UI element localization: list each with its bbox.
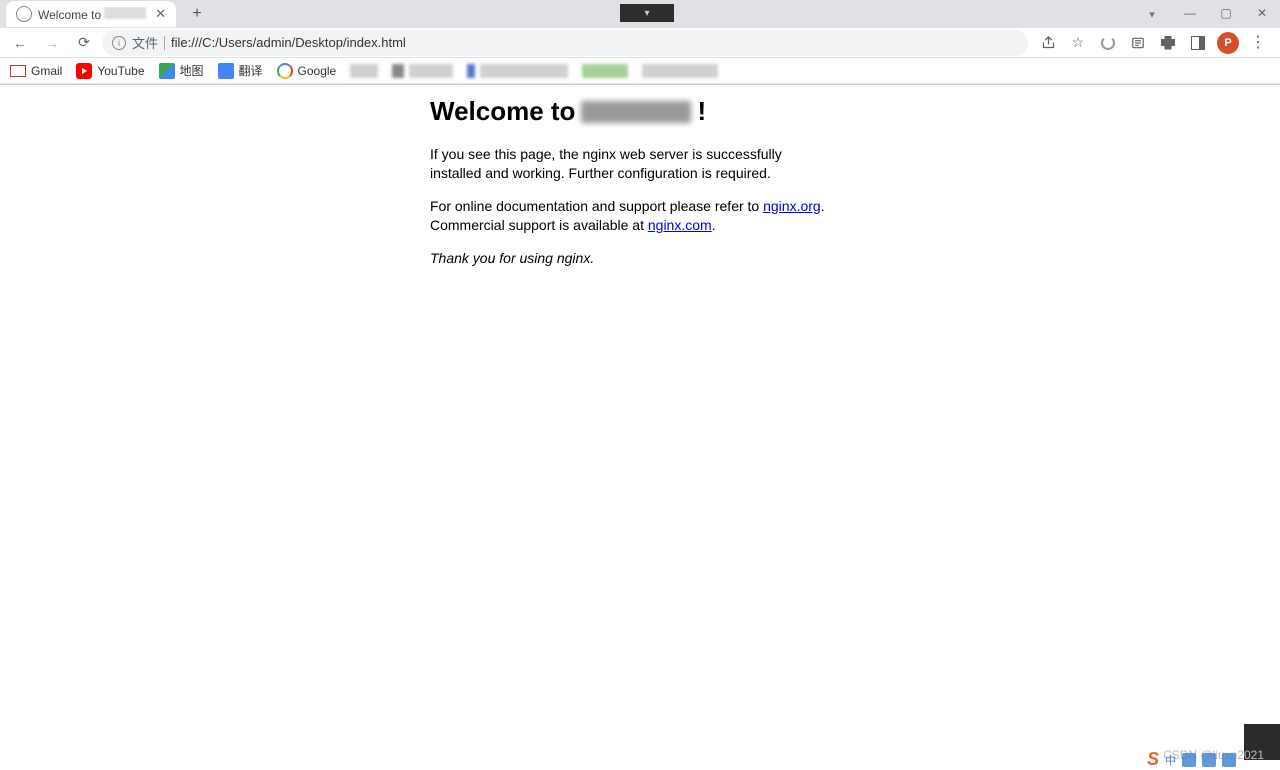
extensions-icon[interactable] — [1156, 31, 1180, 55]
bookmark-translate[interactable]: 翻译 — [218, 62, 263, 79]
translate-icon — [218, 63, 234, 79]
tab-bar: Welcome to ✕ + ▾ ▾ — ▢ ✕ — [0, 0, 1280, 28]
redacted-text — [409, 64, 453, 78]
maps-icon — [159, 63, 175, 79]
page-content: Welcome to ! If you see this page, the n… — [430, 96, 830, 281]
minimize-button[interactable]: — — [1172, 0, 1208, 26]
new-tab-button[interactable]: + — [186, 3, 208, 25]
ime-lang-icon[interactable]: 中 — [1165, 752, 1176, 768]
link-nginx-com[interactable]: nginx.com — [648, 217, 712, 233]
paragraph-install: If you see this page, the nginx web serv… — [430, 145, 830, 183]
bookmark-label: 地图 — [180, 62, 204, 79]
redacted-icon — [392, 64, 404, 78]
reload-button[interactable]: ⟳ — [70, 29, 98, 57]
text-segment: . — [712, 217, 716, 233]
info-icon: i — [112, 36, 126, 50]
redacted-text — [104, 7, 146, 19]
google-icon — [277, 63, 293, 79]
tray-icon[interactable] — [1182, 753, 1196, 767]
bookmark-label: YouTube — [97, 64, 144, 78]
gmail-icon — [10, 63, 26, 79]
bookmark-youtube[interactable]: YouTube — [76, 63, 144, 79]
chevron-down-icon: ▾ — [644, 8, 649, 19]
bookmark-label: Gmail — [31, 64, 62, 78]
omnibox[interactable]: i 文件 file:///C:/Users/admin/Desktop/inde… — [102, 30, 1028, 56]
redacted-icon — [467, 64, 475, 78]
bookmark-redacted[interactable] — [392, 64, 453, 78]
url-text: file:///C:/Users/admin/Desktop/index.htm… — [171, 35, 1018, 50]
browser-tab[interactable]: Welcome to ✕ — [6, 1, 176, 27]
browser-chrome: Welcome to ✕ + ▾ ▾ — ▢ ✕ ← → ⟳ i 文件 file… — [0, 0, 1280, 85]
bookmark-redacted[interactable] — [642, 64, 718, 78]
reader-icon[interactable] — [1126, 31, 1150, 55]
bookmark-maps[interactable]: 地图 — [159, 62, 204, 79]
bookmarks-bar: Gmail YouTube 地图 翻译 Google — [0, 58, 1280, 84]
paragraph-thanks: Thank you for using nginx. — [430, 249, 830, 268]
bookmark-redacted[interactable] — [467, 64, 568, 78]
tray-icon[interactable] — [1202, 753, 1216, 767]
toolbar-right: ☆ P ⋮ — [1032, 31, 1274, 55]
page-heading: Welcome to ! — [430, 96, 830, 127]
bookmark-google[interactable]: Google — [277, 63, 337, 79]
text-segment: Commercial support is available at — [430, 217, 648, 233]
globe-icon — [16, 6, 32, 22]
thanks-text: Thank you for using nginx. — [430, 250, 594, 266]
close-tab-button[interactable]: ✕ — [155, 6, 166, 22]
redacted-icon — [350, 64, 378, 78]
maximize-button[interactable]: ▢ — [1208, 0, 1244, 26]
tab-search-dropdown[interactable]: ▾ — [620, 4, 674, 22]
profile-avatar[interactable]: P — [1216, 31, 1240, 55]
redacted-heading — [581, 101, 691, 123]
redacted-text — [480, 64, 568, 78]
bookmark-redacted[interactable] — [582, 64, 628, 78]
forward-button[interactable]: → — [38, 29, 66, 57]
youtube-icon — [76, 63, 92, 79]
bookmark-gmail[interactable]: Gmail — [10, 63, 62, 79]
text-segment: For online documentation and support ple… — [430, 198, 763, 214]
tab-title: Welcome to — [38, 7, 149, 22]
bookmark-star-icon[interactable]: ☆ — [1066, 31, 1090, 55]
link-nginx-org[interactable]: nginx.org — [763, 198, 821, 214]
redacted-text — [642, 64, 718, 78]
side-panel-icon[interactable] — [1186, 31, 1210, 55]
tray-icon[interactable] — [1222, 753, 1236, 767]
address-bar: ← → ⟳ i 文件 file:///C:/Users/admin/Deskto… — [0, 28, 1280, 58]
paragraph-docs: For online documentation and support ple… — [430, 197, 830, 235]
bookmark-label: 翻译 — [239, 62, 263, 79]
bookmark-redacted[interactable] — [350, 64, 378, 78]
heading-prefix: Welcome to — [430, 96, 575, 127]
loading-icon — [1096, 31, 1120, 55]
search-tabs-icon[interactable]: ▾ — [1134, 8, 1170, 21]
ime-icon[interactable]: S — [1147, 749, 1159, 770]
system-tray: S 中 — [1147, 749, 1236, 770]
redacted-icon — [582, 64, 628, 78]
text-segment: . — [821, 198, 825, 214]
divider — [164, 36, 165, 50]
file-label: 文件 — [132, 33, 158, 52]
tab-title-text: Welcome to — [38, 8, 101, 22]
back-button[interactable]: ← — [6, 29, 34, 57]
bookmark-label: Google — [298, 64, 337, 78]
menu-button[interactable]: ⋮ — [1246, 31, 1270, 55]
close-window-button[interactable]: ✕ — [1244, 0, 1280, 26]
window-controls: — ▢ ✕ — [1172, 0, 1280, 26]
heading-suffix: ! — [697, 96, 706, 127]
share-icon[interactable] — [1036, 31, 1060, 55]
